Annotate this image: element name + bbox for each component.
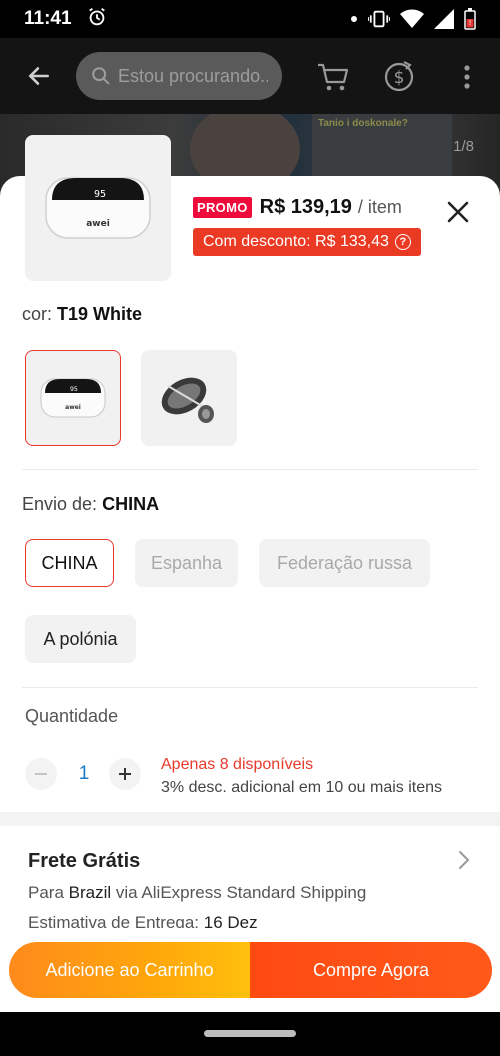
svg-text:$: $ (394, 68, 405, 88)
ship-option-poland[interactable]: A polónia (25, 615, 136, 663)
ship-option-spain[interactable]: Espanha (135, 539, 238, 587)
currency-button[interactable]: $ (380, 58, 418, 96)
stock-available-text: Apenas 8 disponíveis (161, 756, 314, 773)
price-row: PROMO R$ 139,19 / item (193, 196, 402, 219)
color-variant-black[interactable] (141, 350, 237, 446)
system-nav-bar (0, 1012, 500, 1056)
discount-price-badge[interactable]: Com desconto: R$ 133,43 ? (193, 228, 421, 256)
discount-text: Com desconto: R$ 133,43 (203, 233, 389, 250)
ship-option-china[interactable]: CHINA (25, 539, 114, 587)
cart-button[interactable] (314, 58, 352, 96)
buy-now-button[interactable]: Compre Agora (250, 942, 492, 998)
arrow-left-icon (28, 67, 49, 85)
freight-country: Brazil (68, 883, 112, 902)
section-separator (0, 812, 500, 826)
freight-title[interactable]: Frete Grátis (28, 850, 140, 873)
battery-icon: ! (464, 8, 476, 30)
freight-prefix: Para (28, 883, 64, 902)
ship-from-value: CHINA (102, 494, 160, 514)
color-label-text: cor: (22, 304, 53, 324)
status-time: 11:41 (24, 8, 72, 29)
alarm-icon (86, 6, 108, 33)
svg-text:95: 95 (70, 385, 78, 393)
divider (22, 469, 478, 470)
divider (22, 687, 478, 688)
search-input[interactable] (118, 65, 268, 87)
color-label: cor: T19 White (22, 304, 142, 325)
minus-icon (35, 773, 47, 775)
svg-text:95: 95 (94, 189, 106, 200)
search-icon (92, 67, 110, 85)
quantity-decrease-button[interactable] (25, 758, 57, 790)
bulk-discount-text: 3% desc. adicional em 10 ou mais itens (161, 779, 443, 796)
bottom-action-bar: Adicione ao Carrinho Compre Agora (0, 928, 500, 1012)
top-nav: $ (0, 38, 500, 114)
quantity-increase-button[interactable] (109, 758, 141, 790)
earbuds-white-image: 95 awei (40, 378, 106, 418)
earbuds-open-case-image (161, 377, 214, 423)
quantity-label: Quantidade (25, 706, 119, 726)
question-circle-icon[interactable]: ? (394, 234, 411, 250)
gallery-page-counter: 1/8 (453, 138, 474, 155)
close-button[interactable] (440, 194, 476, 230)
color-variant-white[interactable]: 95 awei (25, 350, 121, 446)
svg-text:awei: awei (86, 219, 110, 229)
product-price: R$ 139,19 (259, 196, 352, 218)
ship-option-russia[interactable]: Federação russa (259, 539, 430, 587)
back-button[interactable] (16, 53, 62, 99)
search-box[interactable] (76, 52, 282, 100)
close-icon (447, 201, 469, 223)
freight-method: via AliExpress Standard Shipping (115, 883, 367, 902)
ship-from-label-text: Envio de: (22, 494, 98, 514)
gallery-banner-text: Tanio i doskonale? (318, 118, 408, 129)
more-vertical-icon (464, 65, 470, 89)
status-icons: ! (350, 8, 476, 30)
color-value: T19 White (57, 304, 143, 324)
more-options-button[interactable] (448, 58, 486, 96)
sku-bottom-sheet: PROMO R$ 139,19 / item Com desconto: R$ … (0, 176, 500, 1012)
svg-text:!: ! (469, 19, 472, 27)
notification-dot-icon (350, 15, 358, 23)
earbuds-case-image: 95 awei (45, 177, 151, 239)
home-gesture-handle[interactable] (204, 1030, 296, 1037)
cart-icon (318, 63, 349, 91)
chevron-right-icon[interactable] (458, 850, 476, 872)
promo-badge: PROMO (193, 197, 252, 218)
add-to-cart-button[interactable]: Adicione ao Carrinho (9, 942, 250, 998)
quantity-value[interactable]: 1 (76, 763, 92, 785)
ship-from-label: Envio de: CHINA (22, 494, 159, 515)
freight-destination: Para Brazil via AliExpress Standard Ship… (28, 883, 366, 903)
currency-dollar-icon: $ (384, 61, 414, 92)
svg-text:awei: awei (65, 404, 81, 411)
product-thumbnail: 95 awei (25, 135, 171, 281)
signal-icon (434, 9, 454, 29)
status-bar: 11:41 ! (0, 0, 500, 38)
plus-icon (119, 768, 131, 780)
wifi-icon (400, 9, 424, 29)
price-unit: / item (357, 197, 402, 217)
vibrate-icon (368, 9, 390, 29)
